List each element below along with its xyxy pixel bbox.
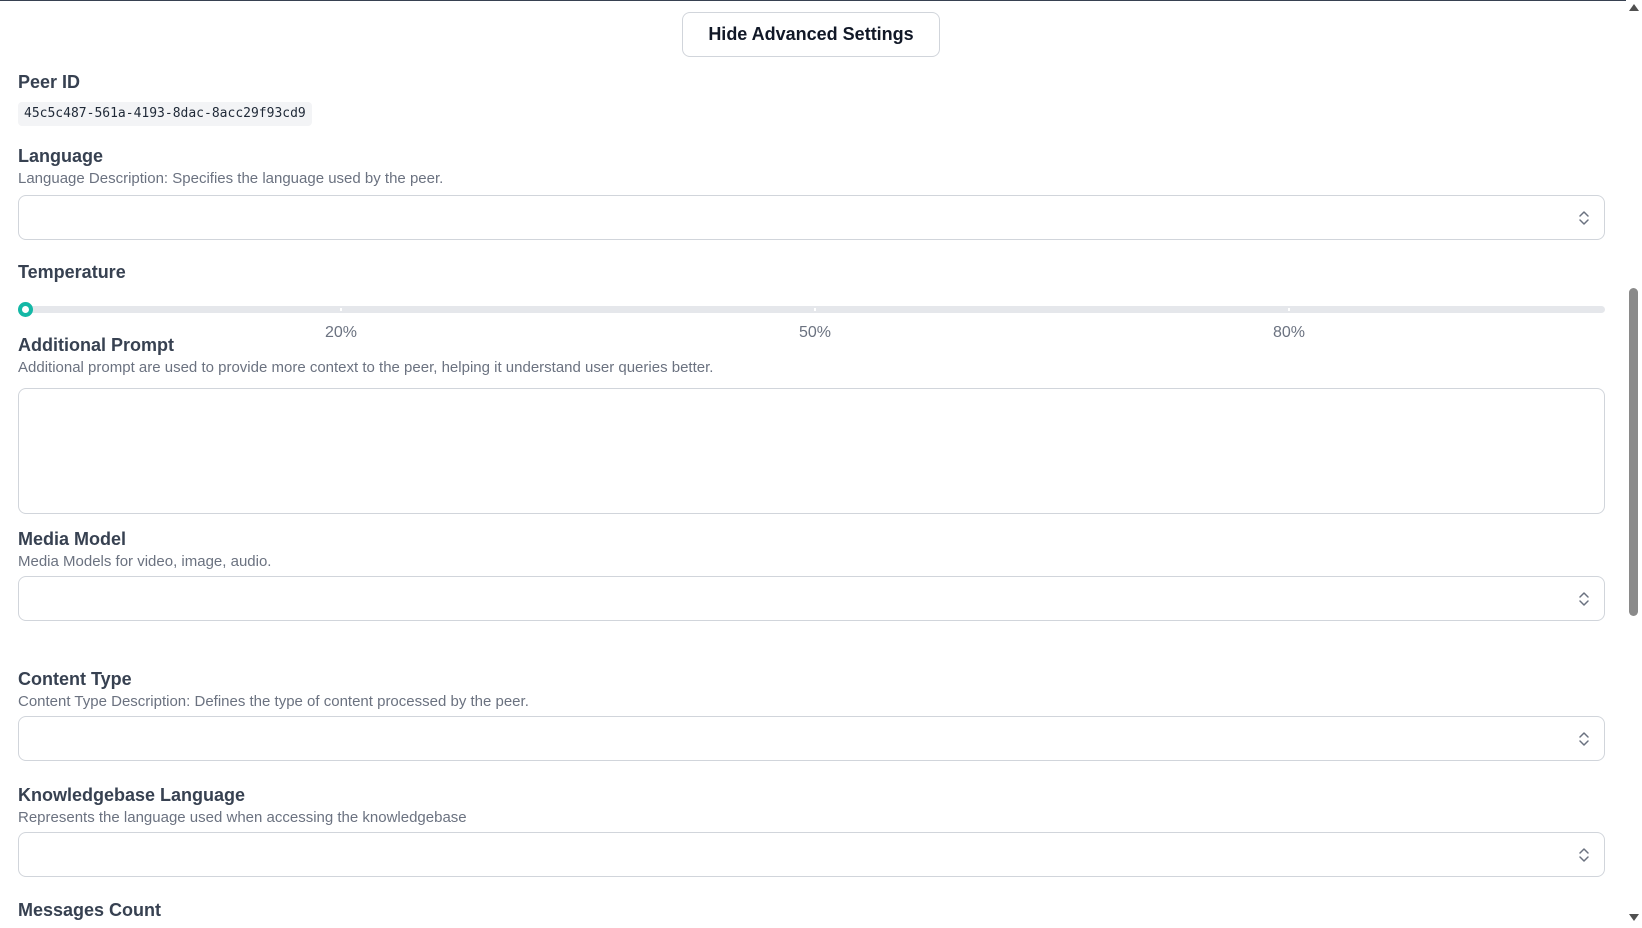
content-type-select[interactable] [18,716,1605,761]
scroll-down-arrow-icon[interactable] [1629,914,1639,921]
temperature-label: Temperature [18,262,126,282]
content-type-description: Content Type Description: Defines the ty… [18,693,529,710]
knowledgebase-language-select[interactable] [18,832,1605,877]
knowledgebase-language-label: Knowledgebase Language [18,785,246,805]
content-type-label: Content Type [18,669,132,689]
temperature-mark-label: 20% [324,324,358,341]
language-label: Language [18,146,104,166]
temperature-mark-label: 80% [1272,324,1306,341]
peer-id-value: 45c5c487-561a-4193-8dac-8acc29f93cd9 [18,102,312,126]
messages-count-label: Messages Count [18,900,162,920]
temperature-slider-track[interactable] [25,306,1605,313]
peer-id-label: Peer ID [18,72,81,92]
scroll-up-arrow-icon[interactable] [1629,4,1639,11]
chevron-up-down-icon [1579,732,1589,746]
advanced-settings-page: Hide Advanced Settings Peer ID 45c5c487-… [0,0,1626,928]
temperature-slider-tick [1288,308,1290,311]
vertical-scrollbar[interactable] [1626,0,1642,928]
chevron-up-down-icon [1579,211,1589,225]
chevron-up-down-icon [1579,592,1589,606]
knowledgebase-language-description: Represents the language used when access… [18,809,467,826]
temperature-slider-thumb[interactable] [18,302,33,317]
hide-advanced-settings-button[interactable]: Hide Advanced Settings [682,12,940,57]
additional-prompt-textarea[interactable] [18,388,1605,514]
chevron-up-down-icon [1579,848,1589,862]
additional-prompt-label: Additional Prompt [18,335,174,355]
language-select[interactable] [18,195,1605,240]
media-model-label: Media Model [18,529,127,549]
temperature-slider-tick [814,308,816,311]
scrollbar-thumb[interactable] [1629,288,1638,616]
media-model-select[interactable] [18,576,1605,621]
media-model-description: Media Models for video, image, audio. [18,553,272,570]
additional-prompt-description: Additional prompt are used to provide mo… [18,359,714,376]
language-description: Language Description: Specifies the lang… [18,170,444,187]
temperature-slider-tick [340,308,342,311]
temperature-mark-label: 50% [798,324,832,341]
